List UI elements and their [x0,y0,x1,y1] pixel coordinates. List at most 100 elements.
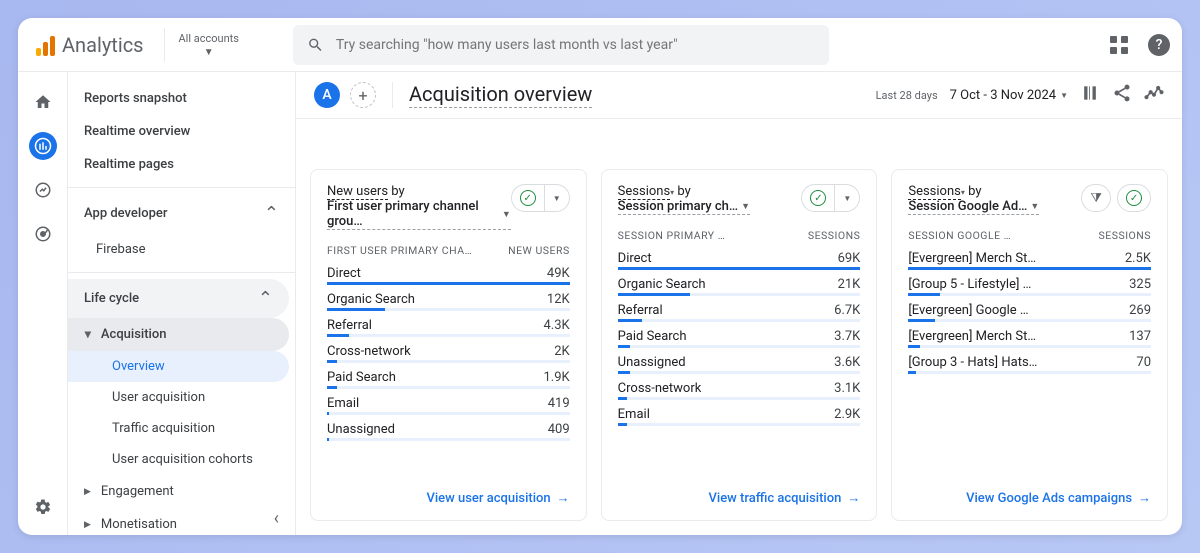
sidebar-item-acquisition[interactable]: ▶ Acquisition [68,318,289,351]
data-row[interactable]: Referral6.7K [618,298,861,319]
sidebar-section-life-cycle[interactable]: Life cycle ⌃ [68,279,289,318]
filter-button[interactable]: ⧩ [1081,184,1111,212]
data-row[interactable]: Referral4.3K [327,313,570,334]
divider [68,187,295,188]
data-row[interactable]: Paid Search 1.9K [327,365,570,386]
card-title-line1: Sessions▾ by [908,184,1039,199]
help-icon[interactable]: ? [1148,34,1170,56]
card-view-link[interactable]: View traffic acquisition → [708,490,860,506]
data-row[interactable]: Cross-network3.1K [618,376,861,397]
rail-home-icon[interactable] [29,88,57,116]
row-label: [Evergreen] Google … [908,303,1028,318]
card-view-link[interactable]: View user acquisition → [426,490,569,506]
card-view-link[interactable]: View Google Ads campaigns → [966,490,1151,506]
row-label: Unassigned [327,422,395,437]
row-bar [327,412,570,415]
sidebar-item-reports-snapshot[interactable]: Reports snapshot [68,82,295,115]
chevron-up-icon: ⌃ [264,203,279,224]
card-dimension-selector[interactable]: First user primary channel grou… ▼ [327,199,511,230]
row-bar [908,371,1151,374]
share-icon[interactable] [1112,83,1132,107]
row-value: 1.9K [543,370,569,385]
search-box[interactable] [293,25,829,65]
column-headers: SESSION GOOGLE …SESSIONS [908,229,1151,242]
row-value: 49K [547,266,570,281]
row-value: 21K [838,277,861,292]
rail-advertising-icon[interactable] [29,220,57,248]
data-row[interactable]: Paid Search3.7K [618,324,861,345]
row-label: Email [618,407,650,422]
page-header: A + Acquisition overview Last 28 days 7 … [296,72,1182,119]
analytics-logo-icon [36,34,56,56]
account-selector-label: All accounts [179,32,239,45]
row-value: 6.7K [834,303,860,318]
card-dimension-selector[interactable]: Session Google Ad… ▼ [908,199,1039,215]
card-quality-menu[interactable]: ✓▼ [801,184,860,212]
data-row[interactable]: Unassigned409 [327,417,570,438]
sidebar-section-label: App developer [84,206,167,221]
data-row[interactable]: Organic Search12K [327,287,570,308]
triangle-right-icon: ▶ [84,520,91,530]
sidebar-item-realtime-pages[interactable]: Realtime pages [68,148,295,181]
row-bar [327,438,570,441]
add-comparison-button[interactable]: + [350,82,376,108]
card-quality-menu[interactable]: ✓▼ [511,184,570,212]
search-input[interactable] [336,37,815,53]
card-dimension-selector[interactable]: Session primary ch… ▼ [618,199,750,215]
main-content: A + Acquisition overview Last 28 days 7 … [296,72,1182,535]
sidebar-item-engagement[interactable]: ▶ Engagement [68,475,295,508]
row-label: Unassigned [618,355,686,370]
card-footer: View Google Ads campaigns → [908,480,1151,506]
data-row[interactable]: Direct69K [618,246,861,267]
row-value: 12K [547,292,570,307]
sidebar-subitem-overview[interactable]: Overview [68,351,289,382]
collapse-sidebar-icon[interactable]: ‹ [274,508,279,529]
data-row[interactable]: [Evergreen] Merch St…137 [908,324,1151,345]
data-row[interactable]: Email2.9K [618,402,861,423]
page-title: Acquisition overview [409,82,592,108]
sidebar-section-app-developer[interactable]: App developer ⌃ [68,194,295,233]
row-bar [618,371,861,374]
divider [392,82,393,108]
sidebar-subitem-user-acquisition[interactable]: User acquisition [68,382,295,413]
row-bar [908,267,1151,270]
sidebar-subitem-user-acquisition-cohorts[interactable]: User acquisition cohorts [68,444,295,475]
audience-badge[interactable]: A [314,82,340,108]
insights-icon[interactable] [1144,83,1164,107]
data-row[interactable]: Unassigned3.6K [618,350,861,371]
caret-down-icon: ▼ [553,194,561,203]
data-row[interactable]: [Group 3 - Hats] Hats…70 [908,350,1151,371]
sidebar-item-firebase[interactable]: Firebase [68,233,295,266]
card-quality-button[interactable]: ✓ [1117,184,1151,212]
arrow-right-icon: → [557,490,570,506]
row-label: Organic Search [618,277,706,292]
compare-icon[interactable] [1080,83,1100,107]
data-row[interactable]: Direct49K [327,261,570,282]
account-selector[interactable]: All accounts ▼ [164,28,253,62]
cards-container: New users byFirst user primary channel g… [296,119,1182,535]
data-row[interactable]: [Evergreen] Merch St…2.5K [908,246,1151,267]
row-label: Cross-network [327,344,411,359]
date-range-picker[interactable]: 7 Oct - 3 Nov 2024 ▼ [950,88,1068,103]
row-label: Paid Search [327,370,396,385]
row-bar [618,345,861,348]
card-title-line1: Sessions▾ by [618,184,750,199]
data-row[interactable]: [Group 5 - Lifestyle] …325 [908,272,1151,293]
row-bar [327,386,570,389]
data-row[interactable]: Cross-network 2K [327,339,570,360]
col-header-dimension: SESSION GOOGLE … [908,229,1011,242]
row-label: Paid Search [618,329,687,344]
sidebar-subitem-traffic-acquisition[interactable]: Traffic acquisition [68,413,295,444]
rail-explore-icon[interactable] [29,176,57,204]
sidebar-item-realtime-overview[interactable]: Realtime overview [68,115,295,148]
rail-admin-icon[interactable] [29,493,57,521]
sidebar-item-monetisation[interactable]: ▶ Monetisation [68,508,295,535]
sidebar: Reports snapshot Realtime overview Realt… [68,72,296,535]
data-row[interactable]: Email419 [327,391,570,412]
row-label: [Evergreen] Merch St… [908,329,1036,344]
apps-grid-icon[interactable] [1110,36,1128,54]
rail-reports-icon[interactable] [29,132,57,160]
data-row[interactable]: Organic Search 21K [618,272,861,293]
row-value: 2K [554,344,569,359]
data-row[interactable]: [Evergreen] Google …269 [908,298,1151,319]
